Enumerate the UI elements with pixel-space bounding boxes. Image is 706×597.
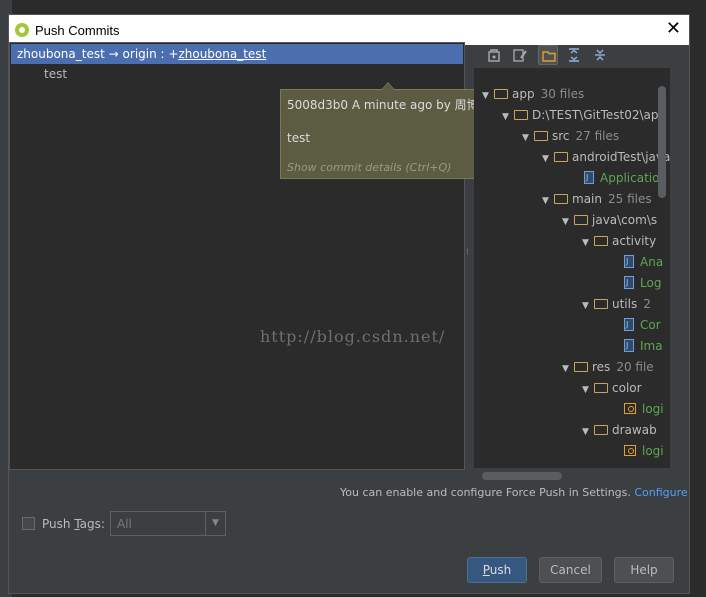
changes-tree: ▼ app 30 files ▼ D:\TEST\GitTest02\app ▼ src… bbox=[474, 68, 670, 468]
chevron-down-icon[interactable]: ▼ bbox=[482, 86, 494, 106]
folder-icon bbox=[514, 110, 528, 120]
image-file-icon bbox=[624, 403, 636, 414]
folder-icon bbox=[594, 299, 608, 309]
chevron-down-icon[interactable]: ▼ bbox=[562, 359, 574, 379]
tree-file[interactable]: Ana bbox=[624, 252, 663, 272]
folder-icon bbox=[534, 131, 548, 141]
branch-row[interactable]: zhoubona_test → origin : +zhoubona_test bbox=[11, 44, 463, 64]
folder-icon bbox=[494, 89, 508, 99]
splitter-handle[interactable]: ⁞ bbox=[466, 248, 470, 264]
tree-node[interactable]: ▼ app 30 files bbox=[482, 84, 584, 104]
tree-file[interactable]: Application bbox=[584, 168, 667, 188]
chevron-down-icon[interactable]: ▼ bbox=[582, 422, 594, 442]
help-button[interactable]: Help bbox=[614, 557, 674, 583]
android-studio-icon bbox=[15, 23, 29, 37]
tree-node[interactable]: ▼ main 25 files bbox=[542, 189, 652, 209]
chevron-down-icon[interactable]: ▼ bbox=[502, 107, 514, 127]
chevron-down-icon[interactable]: ▼ bbox=[205, 512, 225, 535]
tree-file[interactable]: Cor bbox=[624, 315, 661, 335]
java-file-icon bbox=[624, 315, 634, 335]
folder-icon bbox=[554, 152, 568, 162]
java-file-icon bbox=[584, 168, 594, 188]
force-push-text: You can enable and configure Force Push … bbox=[340, 486, 631, 499]
tooltip-header: 5008d3b0 A minute ago by 周博娜 bbox=[287, 98, 491, 112]
tree-node[interactable]: ▼ src 27 files bbox=[522, 126, 619, 146]
configure-link[interactable]: Configure bbox=[634, 486, 687, 499]
tree-toolbar bbox=[474, 42, 674, 68]
collapse-all-icon[interactable] bbox=[590, 45, 610, 65]
tree-vertical-scrollbar[interactable] bbox=[658, 86, 666, 198]
tree-node[interactable]: ▼ color bbox=[582, 378, 642, 398]
commit-item[interactable]: test bbox=[44, 67, 67, 81]
tree-node[interactable]: ▼ utils 2 bbox=[582, 294, 651, 314]
tree-node[interactable]: ▼ androidTest\java bbox=[542, 147, 670, 167]
tree-node[interactable]: ▼ java\com\s bbox=[562, 210, 657, 230]
image-file-icon bbox=[624, 445, 636, 456]
java-file-icon bbox=[624, 336, 634, 356]
remote-prefix: origin : + bbox=[122, 47, 179, 61]
tree-node[interactable]: ▼ res 20 file bbox=[562, 357, 654, 377]
force-push-note: You can enable and configure Force Push … bbox=[340, 486, 688, 499]
push-tags-label: Push Tags: bbox=[42, 517, 105, 531]
tree-node[interactable]: ▼ activity bbox=[582, 231, 656, 251]
title-bar: Push Commits ✕ bbox=[9, 15, 689, 45]
vcs-icon[interactable] bbox=[484, 45, 504, 65]
dialog-title: Push Commits bbox=[35, 23, 120, 38]
remote-branch-link[interactable]: zhoubona_test bbox=[178, 47, 266, 61]
edit-icon[interactable] bbox=[510, 45, 530, 65]
folder-icon bbox=[594, 383, 608, 393]
tooltip-hint[interactable]: Show commit details (Ctrl+Q) bbox=[287, 161, 483, 174]
push-button[interactable]: Push bbox=[467, 557, 527, 583]
chevron-down-icon[interactable]: ▼ bbox=[542, 191, 554, 211]
expand-all-icon[interactable] bbox=[564, 45, 584, 65]
java-file-icon bbox=[624, 252, 634, 272]
local-branch: zhoubona_test bbox=[17, 47, 105, 61]
folder-icon bbox=[554, 194, 568, 204]
tree-file[interactable]: Log bbox=[624, 273, 661, 293]
chevron-down-icon[interactable]: ▼ bbox=[522, 128, 534, 148]
push-tags-select[interactable]: All ▼ bbox=[110, 511, 226, 536]
push-tags-select-value: All bbox=[117, 517, 132, 531]
cancel-button[interactable]: Cancel bbox=[539, 557, 602, 583]
commit-tooltip: 5008d3b0 A minute ago by 周博娜 test Show c… bbox=[280, 82, 491, 179]
chevron-down-icon[interactable]: ▼ bbox=[542, 149, 554, 169]
chevron-down-icon[interactable]: ▼ bbox=[562, 212, 574, 232]
group-by-folder-icon[interactable] bbox=[538, 45, 558, 65]
watermark: http://blog.csdn.net/ bbox=[260, 327, 446, 346]
folder-icon bbox=[594, 236, 608, 246]
tree-node[interactable]: ▼ drawab bbox=[582, 420, 657, 440]
tree-node[interactable]: ▼ D:\TEST\GitTest02\app bbox=[502, 105, 666, 125]
chevron-down-icon[interactable]: ▼ bbox=[582, 233, 594, 253]
push-tags-checkbox[interactable] bbox=[22, 517, 35, 530]
arrow-icon: → bbox=[108, 47, 119, 61]
close-icon[interactable]: ✕ bbox=[666, 18, 681, 39]
chevron-down-icon[interactable]: ▼ bbox=[582, 380, 594, 400]
folder-icon bbox=[574, 215, 588, 225]
tooltip-message: test bbox=[287, 131, 311, 145]
folder-icon bbox=[594, 425, 608, 435]
tree-horizontal-scrollbar[interactable] bbox=[482, 472, 562, 480]
java-file-icon bbox=[624, 273, 634, 293]
tree-file[interactable]: logi bbox=[624, 399, 664, 419]
tree-file[interactable]: logi bbox=[624, 441, 664, 461]
folder-icon bbox=[574, 362, 588, 372]
chevron-down-icon[interactable]: ▼ bbox=[582, 296, 594, 316]
tree-file[interactable]: Ima bbox=[624, 336, 663, 356]
